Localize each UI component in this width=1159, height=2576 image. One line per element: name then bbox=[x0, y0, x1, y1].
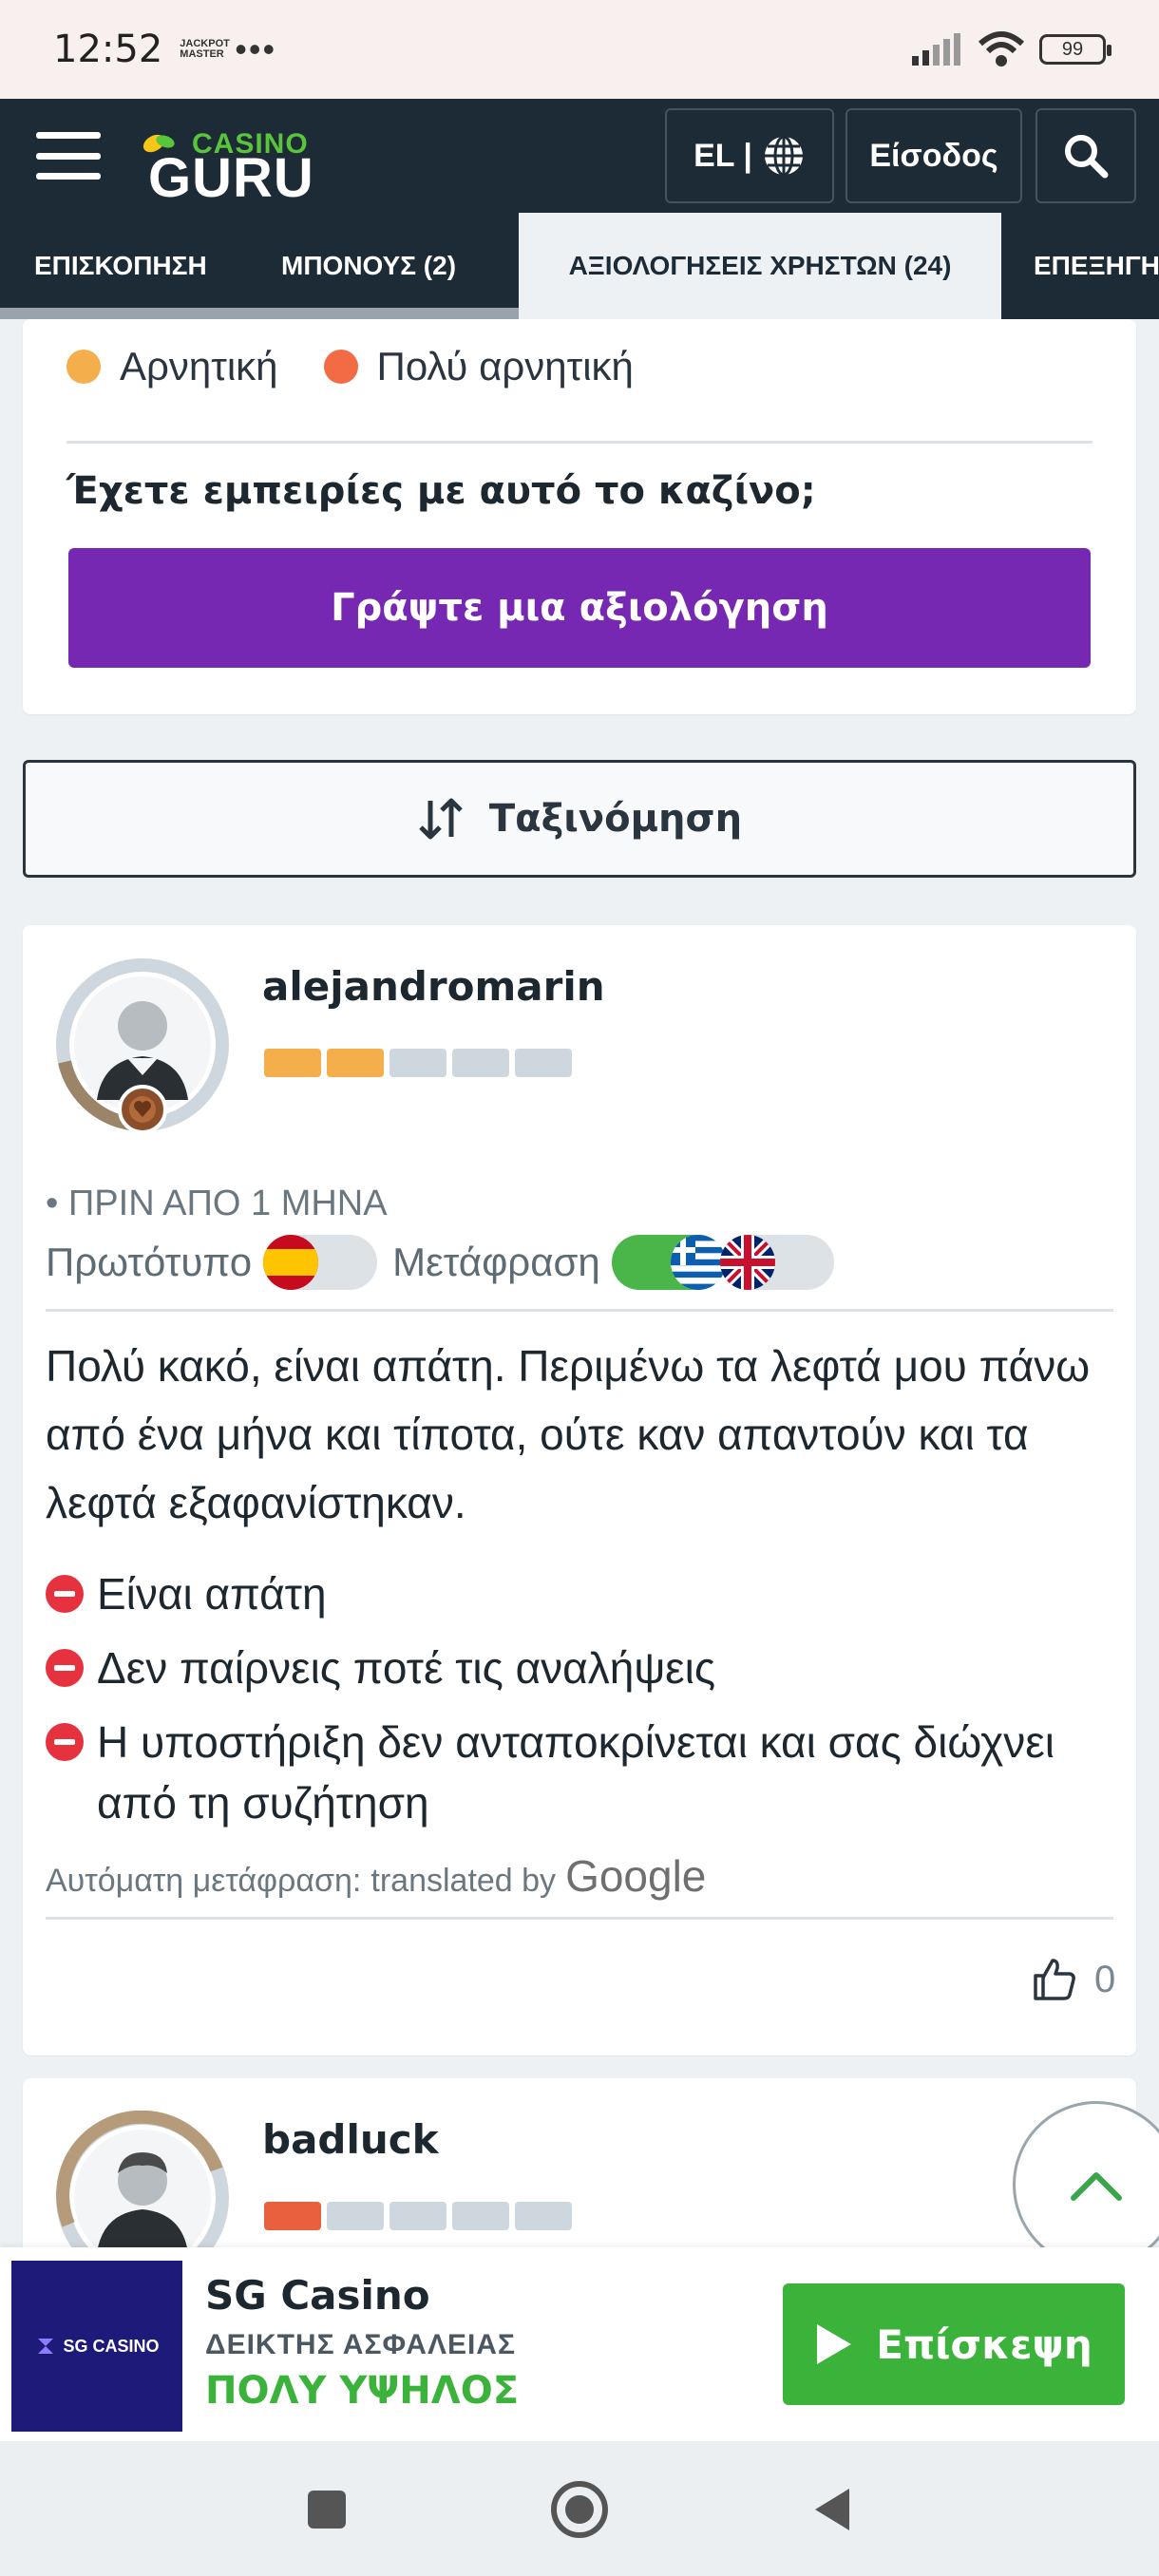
uk-flag-icon bbox=[719, 1235, 775, 1290]
like-button[interactable]: 0 bbox=[1032, 1957, 1115, 2002]
sg-casino-logo[interactable]: SG CASINO bbox=[11, 2261, 182, 2432]
sort-button[interactable]: Ταξινόμηση bbox=[23, 760, 1136, 878]
con-item: Η υποστήριξη δεν ανταποκρίνεται και σας … bbox=[46, 1712, 1091, 1833]
chevron-up-icon bbox=[1071, 2172, 1122, 2201]
safety-index-value: ΠΟΛΥ ΥΨΗΛΟΣ bbox=[205, 2369, 520, 2413]
site-header: CASINO GURU EL | Είσοδος bbox=[0, 99, 1159, 213]
back-icon[interactable] bbox=[809, 2485, 853, 2534]
menu-icon[interactable] bbox=[36, 132, 101, 180]
sort-label: Ταξινόμηση bbox=[488, 797, 743, 841]
legend-very-negative-label: Πολύ αρνητική bbox=[376, 344, 634, 388]
minus-icon bbox=[46, 1575, 84, 1613]
casino-guru-logo[interactable]: CASINO GURU bbox=[133, 113, 323, 206]
write-review-button[interactable]: Γράψτε μια αξιολόγηση bbox=[68, 548, 1091, 668]
tab-bonuses[interactable]: ΜΠΟΝΟΥΣ (2) bbox=[281, 213, 456, 319]
google-logo: Google bbox=[565, 1851, 707, 1901]
status-time: 12:52 bbox=[53, 28, 163, 71]
visit-label: Επίσκεψη bbox=[876, 2320, 1092, 2368]
auto-translation-label: Αυτόματη μετάφραση: bbox=[46, 1863, 362, 1899]
con-text: Η υποστήριξη δεν ανταποκρίνεται και σας … bbox=[97, 1717, 1054, 1828]
translation-toggle-row: Πρωτότυπο Μετάφραση bbox=[46, 1235, 849, 1290]
con-text: Είναι απάτη bbox=[97, 1569, 327, 1619]
tab-user-reviews[interactable]: ΑΞΙΟΛΟΓΗΣΕΙΣ ΧΡΗΣΤΩΝ (24) bbox=[519, 213, 1001, 319]
sg-logo-text: SG CASINO bbox=[63, 2336, 160, 2356]
original-toggle[interactable] bbox=[263, 1235, 378, 1290]
logo-guru-text: GURU bbox=[148, 147, 314, 209]
user-avatar-icon bbox=[56, 958, 229, 1134]
signal-icon bbox=[912, 33, 960, 66]
auto-translation-note: Αυτόματη μετάφραση: translated by Google bbox=[46, 1850, 706, 1902]
translation-toggle[interactable] bbox=[611, 1235, 726, 1290]
tab-overview[interactable]: ΕΠΙΣΚΟΠΗΣΗ bbox=[34, 213, 207, 319]
english-toggle[interactable] bbox=[719, 1235, 834, 1290]
very-negative-dot-icon bbox=[323, 350, 358, 384]
legend-negative-label: Αρνητική bbox=[120, 344, 278, 388]
tab-explanation[interactable]: ΕΠΕΞΗΓΗ bbox=[1034, 213, 1159, 319]
battery-icon: 99 bbox=[1039, 34, 1112, 65]
visit-casino-button[interactable]: Επίσκεψη bbox=[783, 2283, 1125, 2405]
con-text: Δεν παίρνεις ποτέ τις αναλήψεις bbox=[97, 1643, 716, 1693]
play-icon bbox=[817, 2324, 852, 2364]
review-username[interactable]: alejandromarin bbox=[262, 963, 605, 1010]
casino-promo-bar: SG CASINO SG Casino ΔΕΙΚΤΗΣ ΑΣΦΑΛΕΙΑΣ ΠΟ… bbox=[0, 2247, 1159, 2441]
jackpot-master-notification-icon: JACKPOT MASTER bbox=[180, 38, 230, 60]
review-date: • ΠΡΙΝ ΑΠΟ 1 ΜΗΝΑ bbox=[46, 1184, 388, 1223]
divider bbox=[66, 441, 1092, 444]
status-bar: 12:52 JACKPOT MASTER ••• 99 bbox=[0, 0, 1159, 99]
rating-legend: Αρνητική Πολύ αρνητική bbox=[66, 344, 634, 389]
reviewer-rating-bars bbox=[264, 1049, 572, 1077]
experience-question: Έχετε εμπειρίες με αυτό το καζίνο; bbox=[66, 469, 816, 513]
con-item: Είναι απάτη bbox=[46, 1563, 327, 1624]
recent-apps-icon[interactable] bbox=[306, 2489, 348, 2530]
divider bbox=[46, 1917, 1113, 1920]
more-notifications-icon: ••• bbox=[235, 29, 277, 68]
safety-index-label: ΔΕΙΚΤΗΣ ΑΣΦΑΛΕΙΑΣ bbox=[205, 2329, 516, 2360]
globe-icon bbox=[764, 135, 803, 177]
translated-by-label: translated by bbox=[370, 1863, 557, 1899]
reviewer-rating-bars bbox=[264, 2202, 572, 2230]
home-icon[interactable] bbox=[549, 2479, 610, 2540]
search-icon bbox=[1065, 135, 1109, 179]
translation-label: Μετάφραση bbox=[392, 1240, 600, 1284]
greece-flag-icon bbox=[670, 1235, 726, 1290]
sg-logo-icon bbox=[38, 2339, 54, 2354]
section-tabs: ΕΠΙΣΚΟΠΗΣΗ ΜΠΟΝΟΥΣ (2) ΑΞΙΟΛΟΓΗΣΕΙΣ ΧΡΗΣ… bbox=[0, 213, 1159, 319]
divider bbox=[46, 1309, 1113, 1312]
original-label: Πρωτότυπο bbox=[46, 1240, 253, 1284]
con-item: Δεν παίρνεις ποτέ τις αναλήψεις bbox=[46, 1638, 715, 1698]
negative-dot-icon bbox=[66, 350, 101, 384]
minus-icon bbox=[46, 1649, 84, 1687]
login-button[interactable]: Είσοδος bbox=[846, 108, 1022, 203]
language-button[interactable]: EL | bbox=[665, 108, 834, 203]
review-body: Πολύ κακό, είναι απάτη. Περιμένω τα λεφτ… bbox=[46, 1341, 1091, 1527]
avatar[interactable] bbox=[55, 957, 230, 1134]
thumbs-up-icon bbox=[1034, 1959, 1075, 2000]
language-label: EL | bbox=[694, 137, 752, 174]
sort-arrows-icon bbox=[419, 798, 463, 840]
review-username[interactable]: badluck bbox=[262, 2116, 439, 2163]
system-navigation-bar bbox=[0, 2441, 1159, 2576]
tabs-scroll-indicator bbox=[0, 308, 519, 319]
spain-flag-icon bbox=[263, 1235, 319, 1290]
battery-level: 99 bbox=[1061, 38, 1084, 60]
search-button[interactable] bbox=[1036, 108, 1136, 203]
casino-name[interactable]: SG Casino bbox=[205, 2272, 430, 2319]
like-count: 0 bbox=[1094, 1958, 1116, 2000]
wifi-icon bbox=[978, 31, 1025, 66]
minus-icon bbox=[46, 1723, 84, 1761]
